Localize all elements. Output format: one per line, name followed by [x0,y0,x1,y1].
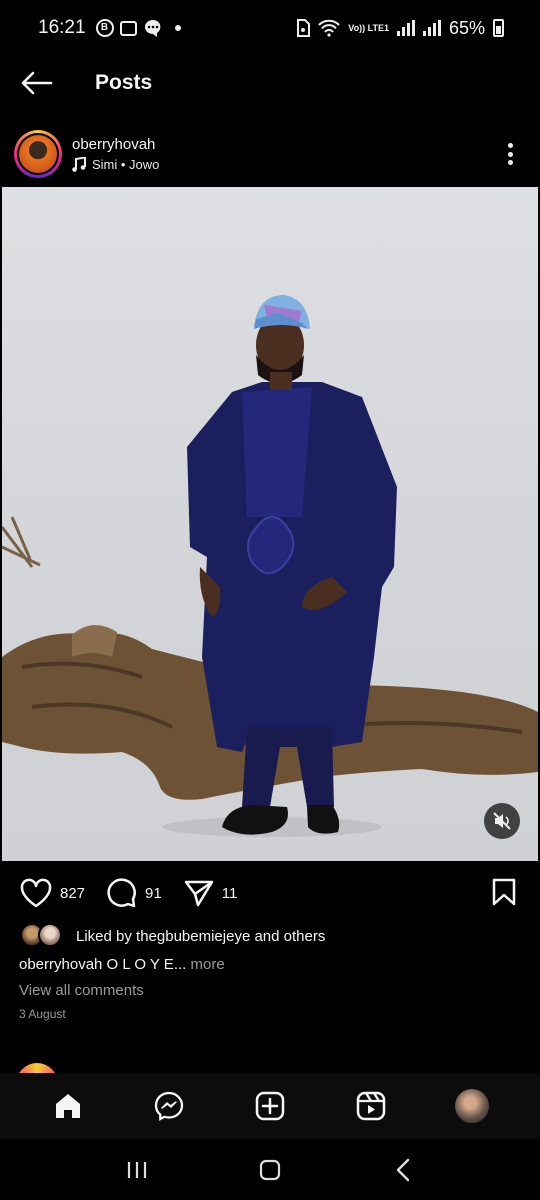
dot-icon [174,25,181,31]
liked-by-text: Liked by thegbubemiejeye and others [76,927,326,945]
nav-create[interactable] [250,1086,290,1126]
app-bar: Posts [0,56,540,110]
heart-icon [20,878,52,908]
chat-icon [144,19,160,37]
gallery-icon [119,20,137,36]
recent-apps-button[interactable] [117,1150,157,1190]
back-button[interactable] [20,66,54,100]
comment-icon [107,878,136,908]
status-time: 16:21 [38,17,86,38]
battery-percent: 65% [448,17,485,38]
mute-audio-button[interactable] [484,803,520,839]
create-icon [255,1091,285,1121]
avatar [38,923,62,947]
send-icon [184,880,213,907]
post-date: 3 August [19,1007,66,1021]
nav-home[interactable] [48,1086,88,1126]
shares-count: 11 [221,884,238,902]
photo-illustration [2,295,538,837]
caption-username[interactable]: oberryhovah [19,956,102,973]
caption-text: O L O Y E... [102,956,187,973]
profile-avatar [454,1089,489,1123]
comments-count: 91 [145,884,162,902]
caption-more-link[interactable]: more [186,956,224,973]
comment-button[interactable]: 91 [107,878,162,908]
audio-link[interactable]: Simi • Jowo [72,157,159,172]
wifi-icon [318,19,341,37]
battery-icon [493,19,504,37]
status-notification-icons: B [95,18,181,38]
liked-by-row[interactable]: Liked by thegbubemiejeye and others [20,923,325,949]
status-system-icons: Vo)) LTE1 65% [296,18,504,39]
chevron-left-icon [397,1158,410,1181]
home-system-button[interactable] [250,1150,290,1190]
arrow-left-icon [21,71,53,95]
music-note-icon [72,157,86,172]
save-button[interactable] [492,878,516,911]
volume-off-icon [493,812,511,830]
more-options-button[interactable] [500,140,520,168]
post-caption: oberryhovah O L O Y E... more [19,956,225,973]
sim-icon [297,19,311,37]
page-title: Posts [95,71,153,94]
post-actions: 827 91 11 [0,872,540,914]
song-label: Simi • Jowo [92,157,160,172]
status-bar: 16:21 B Vo)) LTE1 65% [0,0,540,56]
like-button[interactable]: 827 [20,878,85,908]
post-username[interactable]: oberryhovah [72,136,159,153]
reels-icon [356,1091,386,1121]
story-avatar[interactable] [14,130,62,178]
network-label: Vo)) LTE1 [348,22,389,33]
share-button[interactable]: 11 [184,879,238,907]
post-meta: oberryhovah Simi • Jowo [72,136,159,172]
view-all-comments-link[interactable]: View all comments [19,982,144,999]
messenger-icon [155,1091,184,1121]
nav-reels[interactable] [351,1086,391,1126]
back-system-button[interactable] [383,1150,423,1190]
bookmark-icon [492,878,516,906]
recent-apps-icon [127,1161,146,1178]
home-icon [56,1094,81,1118]
post-image[interactable] [2,187,538,861]
liker-avatars [20,923,66,949]
b-circle-icon: B [95,19,114,37]
nav-messenger[interactable] [149,1086,189,1126]
bottom-nav [0,1073,540,1139]
signal-icon [396,20,415,36]
signal-icon-2 [422,20,441,36]
nav-profile[interactable] [452,1086,492,1126]
home-square-icon [259,1159,281,1180]
post-header: oberryhovah Simi • Jowo [0,126,540,182]
likes-count: 827 [60,884,86,902]
system-nav-bar [0,1139,540,1200]
avatar [19,135,57,173]
